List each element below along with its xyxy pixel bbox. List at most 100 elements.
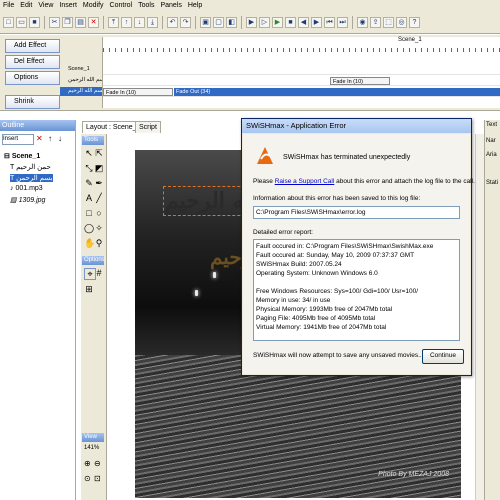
open-folder-icon[interactable]: ▭ [16, 16, 27, 28]
web-icon[interactable]: ◎ [396, 16, 407, 28]
menu-panels[interactable]: Panels [160, 2, 181, 9]
arrow-up-icon[interactable]: ↑ [121, 16, 132, 28]
delete-icon[interactable]: ✕ [36, 134, 43, 143]
tree-label: حمن الرحيم [16, 164, 51, 171]
undo-icon[interactable]: ↶ [167, 16, 178, 28]
menu-tools[interactable]: Tools [138, 2, 154, 9]
ungroup-icon[interactable]: ▢ [213, 16, 224, 28]
effect-fade-out[interactable]: Fade Out (34) [174, 88, 500, 96]
menu-file[interactable]: File [3, 2, 14, 9]
frame-ruler[interactable] [103, 37, 500, 53]
menu-help[interactable]: Help [188, 2, 202, 9]
help-icon[interactable]: ? [409, 16, 420, 28]
menu-modify[interactable]: Modify [83, 2, 104, 9]
track-text1[interactable] [103, 76, 500, 86]
convert-icon[interactable]: ◧ [226, 16, 237, 28]
del-effect-button[interactable]: Del Effect [5, 55, 60, 69]
tab-text[interactable]: Text [486, 122, 497, 128]
report-line: Paging File: 4095Mb free of 4095Mb total [256, 315, 376, 322]
layer-name-scene[interactable]: Scene_1 [60, 65, 102, 74]
preview-icon[interactable]: ◉ [357, 16, 368, 28]
tree-item-text2[interactable]: T بسم الرحمن [10, 174, 53, 182]
forward-icon[interactable]: ⏭ [337, 16, 348, 28]
add-effect-button[interactable]: Add Effect [5, 39, 60, 53]
vertical-scrollbar[interactable] [475, 134, 484, 500]
pencil-icon[interactable]: ✎ [84, 178, 94, 188]
cut-icon[interactable]: ✂ [49, 16, 60, 28]
tab-script[interactable]: Script [135, 121, 161, 133]
static-field[interactable]: Stati [486, 180, 498, 186]
zoom-selection-icon[interactable]: ⊡ [94, 474, 101, 483]
lamp-light [213, 272, 216, 278]
dialog-footer: SWiSHmax will now attempt to save any un… [253, 352, 424, 359]
redo-icon[interactable]: ↷ [180, 16, 191, 28]
group-icon[interactable]: ▣ [200, 16, 211, 28]
effect-fade-in-top[interactable]: Fade In (10) [330, 77, 390, 85]
new-file-icon[interactable]: □ [3, 16, 14, 28]
tree-label: بسم الرحمن [16, 175, 53, 182]
options-button[interactable]: Options [5, 71, 60, 85]
menu-bar: File Edit View Insert Modify Control Too… [0, 0, 500, 11]
shape-icon[interactable]: ◯ [84, 223, 94, 233]
effect-fade-in[interactable]: Fade In (10) [103, 88, 173, 96]
hand-icon[interactable]: ✋ [84, 238, 95, 248]
export-icon[interactable]: ⇪ [370, 16, 381, 28]
paste-icon[interactable]: ▤ [75, 16, 86, 28]
select-icon[interactable]: ↖ [84, 148, 94, 158]
stop-icon[interactable]: ■ [285, 16, 296, 28]
arrow-up-icon[interactable]: ↑ [48, 134, 52, 143]
delete-icon[interactable]: ✕ [88, 16, 99, 28]
arrow-down-icon[interactable]: ↓ [58, 134, 62, 143]
play-movie-icon[interactable]: ▶ [246, 16, 257, 28]
tree-item-sound[interactable]: ♪ 001.mp3 [10, 185, 43, 192]
insert-dropdown[interactable]: Insert [2, 134, 34, 145]
tree-label: 001.mp3 [15, 185, 43, 192]
move-up-icon[interactable]: ⤒ [108, 16, 119, 28]
timeline-grid[interactable]: Scene_1 Fade In (10) Fade In (10) Fade O… [102, 37, 500, 108]
save-icon[interactable]: ■ [29, 16, 40, 28]
text-icon[interactable]: A [84, 193, 94, 203]
shrink-button[interactable]: Shrink [5, 95, 60, 109]
scene-label: Scene_1 [398, 37, 422, 43]
align-icon[interactable]: ⊞ [84, 284, 94, 294]
zoom-fit-icon[interactable]: ⊙ [84, 474, 91, 483]
zoom-level[interactable]: 141% [84, 445, 99, 451]
publish-icon[interactable]: ⬚ [383, 16, 394, 28]
menu-view[interactable]: View [38, 2, 53, 9]
rewind-icon[interactable]: ⏮ [324, 16, 335, 28]
layer-name-text1[interactable]: بسم الله الرحمن [60, 76, 102, 85]
zoom-icon[interactable]: ⚲ [94, 238, 104, 248]
play-icon[interactable]: ▶ [272, 16, 283, 28]
menu-edit[interactable]: Edit [20, 2, 32, 9]
copy-icon[interactable]: ❐ [62, 16, 73, 28]
star-icon[interactable]: ✧ [94, 223, 104, 233]
step-forward-icon[interactable]: ▶ [311, 16, 322, 28]
subselect-icon[interactable]: ⇱ [94, 148, 104, 158]
arrow-down-icon[interactable]: ↓ [134, 16, 145, 28]
font-field[interactable]: Aria [486, 152, 497, 158]
transform-icon[interactable]: ⤡ [84, 163, 94, 173]
play-scene-icon[interactable]: ▷ [259, 16, 270, 28]
support-call-link[interactable]: Raise a Support Call [275, 178, 335, 185]
ellipse-icon[interactable]: ○ [94, 208, 104, 218]
layer-name-text2[interactable]: بسم الله الرحيم [60, 87, 102, 96]
layout-tabs: Layout : Scene_1 Script [80, 121, 260, 133]
tree-item-text1[interactable]: T حمن الرحيم [10, 163, 51, 171]
zoom-out-icon[interactable]: ⊖ [94, 459, 101, 468]
zoom-in-icon[interactable]: ⊕ [84, 459, 91, 468]
continue-button[interactable]: Continue [422, 349, 464, 364]
tree-item-image[interactable]: ▨ 1309.jpg [10, 196, 45, 204]
log-path-field[interactable]: C:\Program Files\SWiSHmax\error.log [253, 206, 460, 219]
fill-icon[interactable]: ◩ [94, 163, 104, 173]
line-icon[interactable]: ╱ [94, 193, 104, 203]
error-report-box[interactable]: Fault occured in: C:\Program Files\SWiSH… [253, 239, 460, 341]
tree-item-scene[interactable]: ⊟ Scene_1 [4, 152, 40, 160]
rectangle-icon[interactable]: □ [84, 208, 94, 218]
menu-control[interactable]: Control [110, 2, 133, 9]
step-back-icon[interactable]: ◀ [298, 16, 309, 28]
grid-icon[interactable]: # [94, 268, 104, 278]
menu-insert[interactable]: Insert [59, 2, 77, 9]
move-down-icon[interactable]: ⤓ [147, 16, 158, 28]
track-scene[interactable] [103, 65, 500, 75]
pen-icon[interactable]: ✒ [94, 178, 104, 188]
